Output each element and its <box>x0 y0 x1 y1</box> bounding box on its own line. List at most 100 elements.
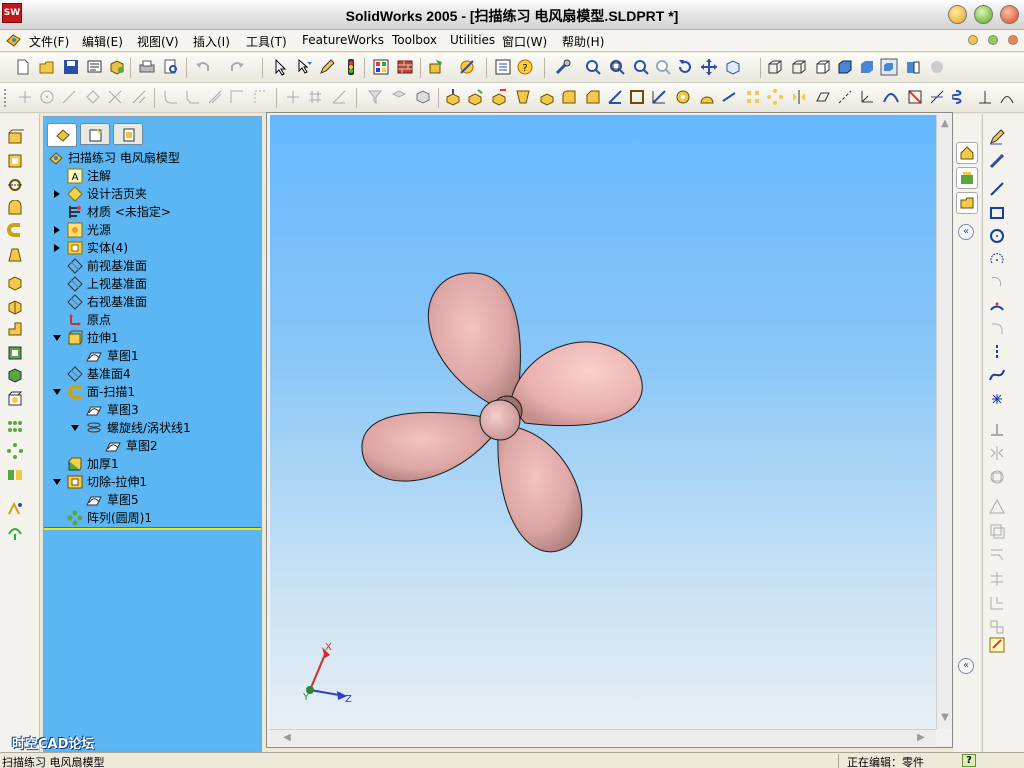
sketch-point-icon[interactable] <box>16 88 34 106</box>
tab-configuration-manager[interactable] <box>113 123 143 145</box>
linear-pattern-icon[interactable] <box>744 88 762 106</box>
mirror-sketch-icon[interactable] <box>988 444 1006 462</box>
vertical-scrollbar[interactable]: ▲ ▼ <box>936 115 952 729</box>
trim-icon[interactable] <box>988 570 1006 588</box>
line-tool-icon[interactable] <box>60 88 78 106</box>
grid-options-icon[interactable] <box>372 58 390 76</box>
circular-pattern-icon[interactable] <box>766 88 784 106</box>
smart-dimension-icon[interactable] <box>988 152 1006 170</box>
menu-help[interactable]: 帮助(H) <box>562 33 604 50</box>
sketch-text-icon[interactable] <box>988 636 1006 654</box>
offset-entities-icon[interactable] <box>206 88 224 106</box>
chamfer-sketch-icon[interactable] <box>184 88 202 106</box>
print-preview-icon[interactable] <box>162 58 180 76</box>
zoom-in-out-icon[interactable] <box>632 58 650 76</box>
pan-view-icon[interactable] <box>700 58 718 76</box>
hidden-lines-visible-icon[interactable] <box>790 58 808 76</box>
reference-geometry-icon[interactable] <box>6 500 24 518</box>
extrude-cut-icon[interactable] <box>6 152 24 170</box>
graphics-area[interactable]: X Y Z <box>270 115 936 729</box>
menu-insert[interactable]: 插入(I) <box>193 33 230 50</box>
fillet-sketch-icon[interactable] <box>162 88 180 106</box>
menu-featureworks[interactable]: FeatureWorks <box>302 33 384 47</box>
construction-geometry-icon[interactable] <box>252 88 270 106</box>
sketch-pencil-icon[interactable] <box>318 58 336 76</box>
wireframe-icon[interactable] <box>766 58 784 76</box>
task-pane-home-tab[interactable] <box>956 142 978 164</box>
menu-toolbox[interactable]: Toolbox <box>392 33 437 47</box>
fillet-feature-icon[interactable] <box>560 88 578 106</box>
menu-edit[interactable]: 编辑(E) <box>82 33 123 50</box>
sketch-fillet-icon[interactable] <box>988 468 1006 486</box>
tool-wrench-icon[interactable] <box>554 58 572 76</box>
save-icon[interactable] <box>62 58 80 76</box>
scroll-down-arrow-icon[interactable]: ▼ <box>938 711 952 725</box>
options-list-icon[interactable] <box>494 58 512 76</box>
menu-file[interactable]: 文件(F) <box>29 33 69 50</box>
add-relation-icon[interactable] <box>988 420 1006 438</box>
extend-icon[interactable] <box>988 594 1006 612</box>
zoom-area-icon[interactable] <box>608 58 626 76</box>
section-view-icon[interactable] <box>904 58 922 76</box>
circle-center-icon[interactable] <box>38 88 56 106</box>
curves-menu-icon[interactable] <box>6 524 24 542</box>
chamfer-icon[interactable] <box>6 298 24 316</box>
fan-blade-left[interactable] <box>361 411 496 482</box>
view-orientation-icon[interactable] <box>724 58 742 76</box>
feature-tool-2-icon[interactable] <box>390 88 408 106</box>
coordinate-system-icon[interactable] <box>858 88 876 106</box>
helix-tool-icon[interactable] <box>952 88 970 106</box>
document-icon[interactable] <box>5 32 23 49</box>
revolved-boss-icon[interactable] <box>466 88 484 106</box>
scroll-up-arrow-icon[interactable]: ▲ <box>938 117 952 131</box>
hole-feature-icon[interactable] <box>6 390 24 408</box>
linear-pattern-feature-icon[interactable] <box>6 418 24 436</box>
rectangle-icon[interactable] <box>988 204 1006 222</box>
tangent-arc-icon[interactable] <box>988 274 1006 292</box>
shadows-icon[interactable] <box>880 58 898 76</box>
edit-appearance-icon[interactable] <box>428 58 446 76</box>
task-pane-explorer-tab[interactable] <box>956 192 978 214</box>
reference-axis-icon[interactable] <box>836 88 854 106</box>
fan-model[interactable]: X Y Z <box>270 115 936 729</box>
task-pane-library-tab[interactable] <box>956 167 978 189</box>
convert-icon[interactable] <box>988 546 1006 564</box>
centerpoint-arc-icon[interactable] <box>988 251 1006 269</box>
doc-minimize-button[interactable] <box>968 35 978 45</box>
help-icon[interactable]: ? <box>516 58 534 76</box>
menu-view[interactable]: 视图(V) <box>137 33 179 50</box>
feature-tool-3-icon[interactable] <box>414 88 432 106</box>
status-help-icon[interactable]: ? <box>962 754 976 767</box>
task-pane-expand-button[interactable]: « <box>958 658 974 674</box>
scroll-left-arrow-icon[interactable]: ◀ <box>280 731 294 745</box>
split-line-icon[interactable] <box>906 88 924 106</box>
centerline-icon[interactable] <box>988 343 1006 361</box>
extrude-boss-icon[interactable] <box>6 128 24 146</box>
extend-tool-icon[interactable] <box>130 88 148 106</box>
shaded-icon[interactable] <box>858 58 876 76</box>
realview-icon[interactable] <box>928 58 946 76</box>
curves-icon[interactable] <box>882 88 900 106</box>
mirror-feature-icon[interactable] <box>790 88 808 106</box>
point-icon[interactable] <box>988 390 1006 408</box>
rotate-view-icon[interactable] <box>676 58 694 76</box>
hole-wizard-icon[interactable] <box>674 88 692 106</box>
tab-property-manager[interactable] <box>80 123 110 145</box>
three-point-arc-icon[interactable] <box>988 297 1006 315</box>
fan-blade-upper-left[interactable] <box>427 272 521 411</box>
projected-curve-icon[interactable] <box>928 88 946 106</box>
draft-feature-icon[interactable] <box>6 366 24 384</box>
swept-boss-icon[interactable] <box>490 88 508 106</box>
circle-icon[interactable] <box>988 227 1006 245</box>
zoom-selection-icon[interactable] <box>654 58 672 76</box>
rollback-bar[interactable] <box>44 527 261 530</box>
fan-blade-upper-right[interactable] <box>509 341 643 427</box>
spline-icon[interactable] <box>988 366 1006 384</box>
make-drawing-icon[interactable] <box>86 58 104 76</box>
mirror-entities-icon[interactable] <box>284 88 302 106</box>
reference-plane-icon[interactable] <box>814 88 832 106</box>
traffic-light-icon[interactable] <box>342 58 360 76</box>
scroll-right-arrow-icon[interactable]: ▶ <box>914 731 928 745</box>
mirror-feature-left-icon[interactable] <box>6 466 24 484</box>
make-assembly-icon[interactable] <box>108 58 126 76</box>
